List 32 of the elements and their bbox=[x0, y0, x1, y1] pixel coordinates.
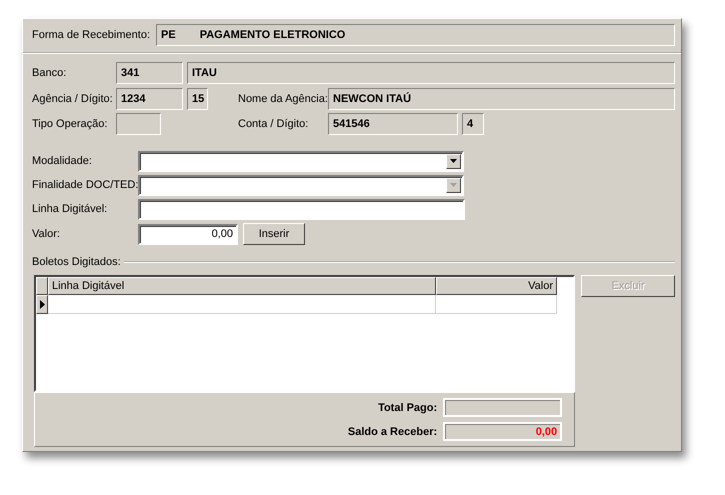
operation-type-field bbox=[116, 113, 161, 135]
field-label: Forma de Recebimento: bbox=[32, 29, 151, 41]
caret-icon bbox=[450, 183, 457, 187]
total-label: Total Pago: bbox=[378, 402, 438, 414]
insert-button[interactable]: Inserir bbox=[243, 223, 305, 245]
account-field: 541546 bbox=[328, 113, 458, 135]
input-field[interactable] bbox=[138, 198, 465, 220]
field-label: Tipo Operação: bbox=[32, 118, 108, 130]
field-label: Conta / Dígito: bbox=[238, 118, 310, 130]
bank-code-field: 341 bbox=[116, 62, 183, 84]
column-header[interactable]: Linha Digitável bbox=[48, 277, 436, 295]
field-label: Banco: bbox=[32, 67, 68, 79]
balance-label: Saldo a Receber: bbox=[348, 426, 438, 438]
caret-icon bbox=[450, 159, 457, 163]
bank-name-field: ITAU bbox=[187, 62, 675, 84]
field-label: Finalidade DOC/TED: bbox=[32, 179, 138, 191]
field-label: Nome da Agência: bbox=[238, 93, 328, 105]
field-label: Linha Digitável: bbox=[32, 203, 108, 215]
agency-field: 1234 bbox=[116, 88, 183, 110]
column-header[interactable]: Valor bbox=[436, 277, 557, 295]
agency-name-field: NEWCON ITAÚ bbox=[328, 88, 675, 110]
balance-field: 0,00 bbox=[443, 422, 562, 441]
dropdown[interactable] bbox=[138, 150, 464, 172]
agency-digit-field: 15 bbox=[187, 88, 208, 110]
field-label: Modalidade: bbox=[32, 155, 93, 167]
field-label: Agência / Dígito: bbox=[32, 93, 114, 105]
payment-method-field: PE PAGAMENTO ELETRONICO bbox=[156, 24, 675, 46]
value-field[interactable]: 0,00 bbox=[138, 224, 238, 244]
field-label: Valor: bbox=[32, 228, 61, 240]
pointer-icon bbox=[40, 300, 44, 309]
group-label: Boletos Digitados: bbox=[32, 256, 121, 268]
account-digit-field: 4 bbox=[462, 113, 484, 135]
